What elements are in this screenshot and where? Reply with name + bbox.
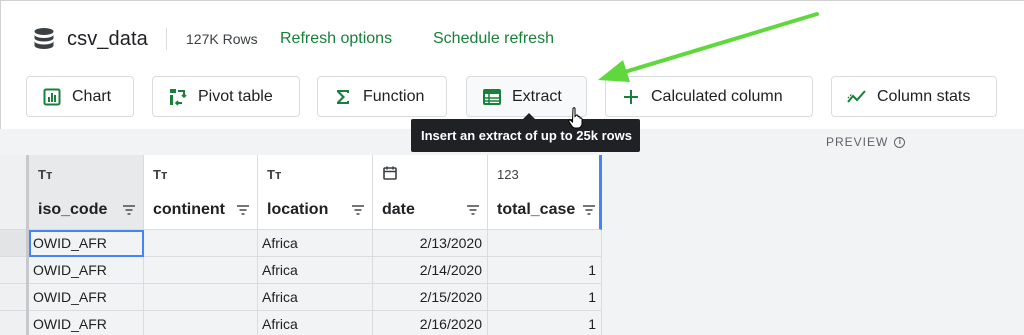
filter-icon[interactable] bbox=[122, 204, 136, 216]
stats-trend-icon bbox=[847, 87, 867, 107]
extract-button[interactable]: Extract bbox=[466, 76, 587, 117]
sigma-icon bbox=[333, 87, 353, 107]
chart-label: Chart bbox=[72, 87, 112, 105]
row-handle[interactable] bbox=[0, 257, 26, 284]
table-cell[interactable]: Africa bbox=[258, 257, 373, 284]
filter-icon[interactable] bbox=[582, 204, 596, 216]
row-handle[interactable] bbox=[0, 311, 26, 335]
column-header-total-case[interactable]: 123 total_case bbox=[488, 155, 602, 230]
pivot-table-label: Pivot table bbox=[198, 87, 273, 105]
text-type-icon: Tт bbox=[267, 167, 282, 182]
table-cell[interactable] bbox=[488, 230, 602, 257]
table-cell[interactable]: Africa bbox=[258, 284, 373, 311]
table-cell[interactable] bbox=[144, 284, 258, 311]
column-header-iso-code[interactable]: Tт iso_code bbox=[29, 155, 144, 230]
table-cell[interactable]: 2/14/2020 bbox=[373, 257, 488, 284]
column-header-location[interactable]: Tт location bbox=[258, 155, 373, 230]
extract-table-icon bbox=[482, 87, 502, 107]
function-button[interactable]: Function bbox=[317, 76, 447, 117]
table-cell[interactable]: 1 bbox=[488, 284, 602, 311]
table-cell[interactable]: OWID_AFR bbox=[29, 257, 144, 284]
chart-icon bbox=[42, 87, 62, 107]
calculated-column-label: Calculated column bbox=[651, 87, 783, 105]
preview-label: PREVIEW bbox=[826, 135, 889, 149]
text-type-icon: Tт bbox=[38, 167, 53, 182]
column-header-continent[interactable]: Tт continent bbox=[144, 155, 258, 230]
table-cell[interactable]: 1 bbox=[488, 311, 602, 335]
column-name: location bbox=[267, 201, 329, 218]
pivot-table-button[interactable]: Pivot table bbox=[152, 76, 300, 117]
pivot-table-icon bbox=[168, 87, 188, 107]
row-gutter bbox=[0, 155, 29, 335]
dataset-name: csv_data bbox=[67, 28, 148, 50]
filter-icon[interactable] bbox=[236, 204, 250, 216]
table-cell[interactable] bbox=[144, 257, 258, 284]
column-name: total_case bbox=[497, 201, 576, 218]
info-icon[interactable]: i bbox=[894, 136, 906, 148]
table-cell[interactable]: OWID_AFR bbox=[29, 230, 144, 257]
calendar-icon bbox=[383, 166, 397, 180]
row-handle[interactable] bbox=[0, 230, 26, 257]
table-cell[interactable]: 2/15/2020 bbox=[373, 284, 488, 311]
function-label: Function bbox=[363, 87, 425, 105]
table-cell[interactable]: OWID_AFR bbox=[29, 284, 144, 311]
table-cell[interactable]: Africa bbox=[258, 311, 373, 335]
column-stats-label: Column stats bbox=[877, 87, 971, 105]
column-stats-button[interactable]: Column stats bbox=[831, 76, 997, 117]
schedule-refresh-link[interactable]: Schedule refresh bbox=[433, 30, 554, 48]
filter-icon[interactable] bbox=[351, 204, 365, 216]
refresh-options-link[interactable]: Refresh options bbox=[280, 30, 392, 48]
preview-indicator: PREVIEW i bbox=[826, 135, 906, 149]
table-cell[interactable]: OWID_AFR bbox=[29, 311, 144, 335]
extract-tooltip: Insert an extract of up to 25k rows bbox=[411, 113, 640, 152]
text-type-icon: Tт bbox=[153, 167, 168, 182]
column-name: date bbox=[382, 201, 415, 218]
table-cell[interactable]: 2/13/2020 bbox=[373, 230, 488, 257]
plus-icon bbox=[621, 87, 641, 107]
extract-label: Extract bbox=[512, 87, 562, 105]
number-type-icon: 123 bbox=[497, 167, 519, 182]
chart-button[interactable]: Chart bbox=[26, 76, 134, 117]
gutter-header bbox=[0, 155, 26, 230]
table-cell[interactable]: Africa bbox=[258, 230, 373, 257]
filter-icon[interactable] bbox=[466, 204, 480, 216]
row-count: 127K Rows bbox=[186, 31, 258, 47]
database-icon bbox=[34, 28, 54, 49]
column-name: iso_code bbox=[38, 201, 108, 218]
header-divider bbox=[166, 28, 167, 50]
column-header-date[interactable]: date bbox=[373, 155, 488, 230]
table-cell[interactable]: 2/16/2020 bbox=[373, 311, 488, 335]
row-handle[interactable] bbox=[0, 284, 26, 311]
table-cell[interactable] bbox=[144, 311, 258, 335]
table-cell[interactable] bbox=[144, 230, 258, 257]
column-name: continent bbox=[153, 201, 225, 218]
calculated-column-button[interactable]: Calculated column bbox=[605, 76, 813, 117]
table-cell[interactable]: 1 bbox=[488, 257, 602, 284]
